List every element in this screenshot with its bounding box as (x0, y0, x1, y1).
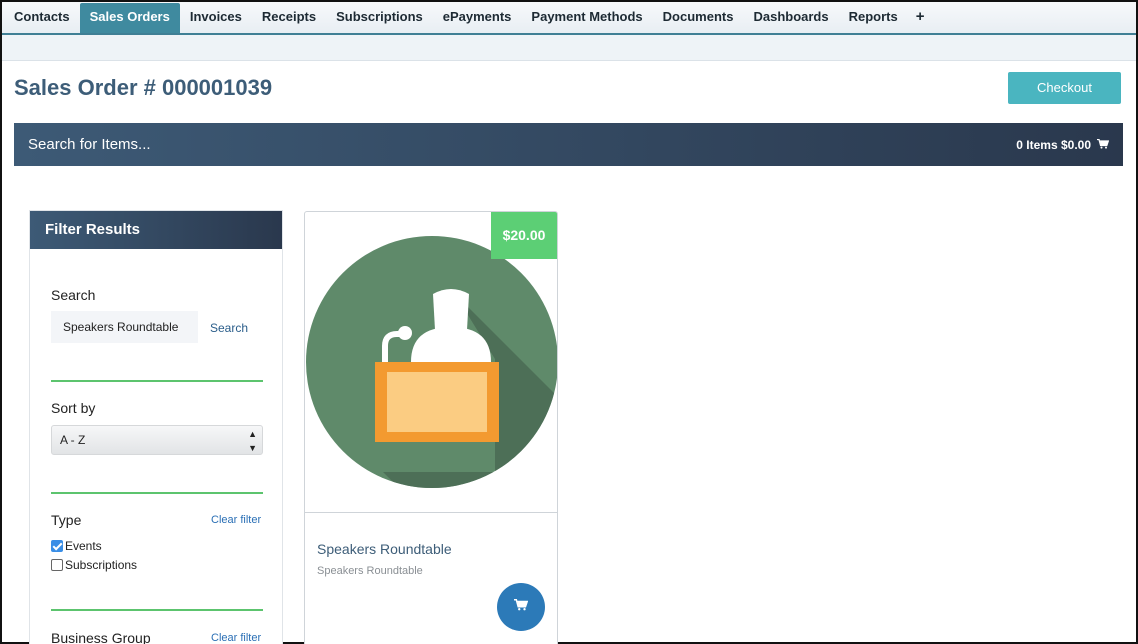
add-tab-button[interactable]: + (908, 3, 933, 33)
card-divider (305, 512, 557, 513)
top-nav: Contacts Sales Orders Invoices Receipts … (2, 2, 1136, 35)
type-option-events[interactable]: Events (51, 539, 102, 553)
add-to-cart-button[interactable] (497, 583, 545, 631)
speaker-podium-icon (305, 234, 557, 490)
price-badge: $20.00 (491, 212, 557, 259)
sub-toolbar (2, 35, 1136, 61)
product-card[interactable]: $20.00 Speakers Roundtable Speakers Roun… (304, 211, 558, 644)
tab-reports[interactable]: Reports (839, 3, 908, 33)
tab-dashboards[interactable]: Dashboards (743, 3, 838, 33)
select-arrows-icon: ▲ ▼ (248, 429, 257, 453)
cart-summary-text: 0 Items $0.00 (1016, 137, 1091, 152)
filter-panel: Filter Results Search Speakers Roundtabl… (29, 210, 283, 644)
filter-search-input[interactable]: Speakers Roundtable (51, 311, 198, 343)
product-subtitle: Speakers Roundtable (317, 565, 423, 577)
item-search-bar[interactable]: Search for Items... 0 Items $0.00 (14, 123, 1123, 166)
subscriptions-checkbox[interactable] (51, 559, 63, 571)
filter-search-button[interactable]: Search (210, 321, 248, 335)
tab-receipts[interactable]: Receipts (252, 3, 326, 33)
search-label: Search (51, 287, 96, 303)
cart-icon (514, 598, 529, 616)
sort-select[interactable]: A - Z ▲ ▼ (51, 425, 263, 455)
tab-sales-orders[interactable]: Sales Orders (79, 3, 180, 33)
sort-label: Sort by (51, 400, 96, 416)
type-clear-filter-link[interactable]: Clear filter (211, 514, 261, 526)
filter-header: Filter Results (30, 211, 282, 249)
divider (51, 380, 263, 382)
tab-payment-methods[interactable]: Payment Methods (521, 3, 652, 33)
tab-subscriptions[interactable]: Subscriptions (326, 3, 433, 33)
item-search-input[interactable]: Search for Items... (28, 136, 151, 153)
tab-contacts[interactable]: Contacts (4, 3, 80, 33)
subscriptions-label: Subscriptions (65, 558, 138, 572)
page-title: Sales Order # 000001039 (14, 75, 273, 100)
checkout-button[interactable]: Checkout (1008, 72, 1121, 104)
tab-invoices[interactable]: Invoices (180, 3, 252, 33)
tab-documents[interactable]: Documents (653, 3, 744, 33)
type-label: Type (51, 512, 82, 528)
divider (51, 609, 263, 611)
business-group-label: Business Group (51, 630, 151, 644)
cart-icon (1097, 138, 1110, 152)
events-label: Events (65, 539, 102, 553)
type-option-subscriptions[interactable]: Subscriptions (51, 558, 137, 572)
divider (51, 492, 263, 494)
business-group-clear-filter-link[interactable]: Clear filter (211, 632, 261, 644)
events-checkbox[interactable] (51, 540, 63, 552)
tab-epayments[interactable]: ePayments (433, 3, 522, 33)
cart-summary[interactable]: 0 Items $0.00 (1016, 137, 1110, 152)
product-title[interactable]: Speakers Roundtable (317, 541, 452, 557)
sort-select-value: A - Z (60, 433, 86, 447)
